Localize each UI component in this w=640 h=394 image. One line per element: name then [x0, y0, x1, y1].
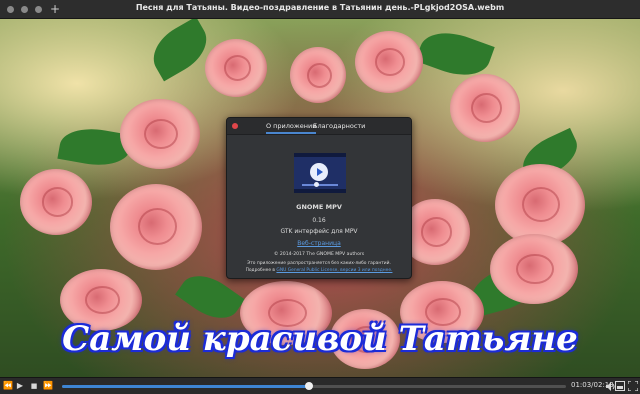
- rose: [290, 47, 346, 103]
- rose: [205, 39, 267, 97]
- license-details: Подробнее в GNU General Public License, …: [227, 268, 411, 273]
- gnome-mpv-app-icon: [294, 153, 346, 193]
- app-version: 0.16: [312, 217, 326, 224]
- license-link[interactable]: GNU General Public License, версии 3 или…: [276, 268, 392, 273]
- seek-handle[interactable]: [304, 382, 313, 390]
- seek-progress: [62, 385, 309, 388]
- rose: [20, 169, 92, 235]
- rose: [355, 31, 423, 93]
- mpv-window: + Песня для Татьяны. Видео-поздравление …: [0, 0, 640, 394]
- tab-credits[interactable]: Благодарности: [313, 122, 365, 130]
- rose: [110, 184, 202, 270]
- stop-button[interactable]: ■: [28, 380, 40, 392]
- dialog-header: О приложении Благодарности: [227, 118, 411, 135]
- website-link[interactable]: Веб-страница: [227, 240, 411, 247]
- license-text: Это приложение распространяется без каки…: [247, 261, 391, 266]
- rose: [120, 99, 200, 169]
- window-title: Песня для Татьяны. Видео-поздравление в …: [135, 3, 505, 12]
- fullscreen-icon[interactable]: [628, 381, 638, 391]
- rose: [490, 234, 578, 304]
- seek-bar[interactable]: [62, 382, 566, 390]
- seek-icon: [302, 182, 338, 187]
- dialog-close-button[interactable]: [232, 123, 238, 129]
- app-comment: GTK интерфейс для MPV: [280, 228, 358, 235]
- playlist-icon[interactable]: [615, 381, 625, 391]
- rewind-button[interactable]: ⏪: [2, 380, 14, 392]
- copyright-text: © 2014-2017 The GNOME MPV authors: [273, 252, 365, 257]
- license-prefix: Подробнее в: [245, 268, 277, 273]
- play-icon: [310, 163, 328, 181]
- forward-button[interactable]: ⏩: [42, 380, 54, 392]
- rose: [450, 74, 520, 142]
- title-bar: + Песня для Татьяны. Видео-поздравление …: [0, 0, 640, 19]
- play-button[interactable]: ▶: [14, 380, 26, 392]
- tab-about[interactable]: О приложении: [266, 122, 317, 134]
- video-caption: Самой красивой Татьяне: [62, 319, 578, 359]
- about-dialog: О приложении Благодарности GNOME MPV 0.1…: [226, 117, 412, 279]
- control-bar: ⏪ ▶ ■ ⏩ 01:03/02:13: [0, 377, 640, 394]
- app-name: GNOME MPV: [296, 203, 342, 211]
